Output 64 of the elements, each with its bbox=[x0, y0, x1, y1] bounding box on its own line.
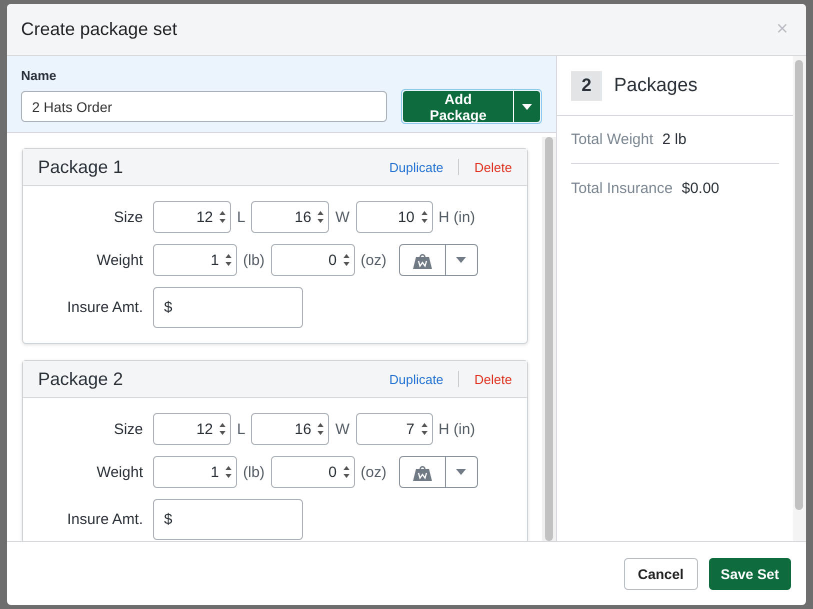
spinner-arrows-icon[interactable] bbox=[342, 464, 350, 480]
spinner-arrows-icon[interactable] bbox=[225, 464, 232, 480]
name-field[interactable]: 2 Hats Order bbox=[21, 91, 388, 122]
spinner-arrows-icon[interactable] bbox=[317, 421, 324, 437]
unit-label: W bbox=[334, 420, 351, 438]
number-field[interactable]: 0 bbox=[270, 244, 355, 276]
unit-label: (lb) bbox=[242, 464, 266, 480]
delete-link[interactable]: Delete bbox=[474, 160, 512, 174]
add-package-dropdown-button[interactable] bbox=[513, 91, 540, 122]
caret-icon bbox=[456, 257, 466, 263]
duplicate-link[interactable]: Duplicate bbox=[389, 372, 444, 386]
unit-label: H (in) bbox=[438, 420, 476, 438]
package-title: Package 2 bbox=[38, 368, 124, 390]
number-field[interactable]: 16 bbox=[251, 413, 330, 445]
number-field[interactable]: 12 bbox=[153, 413, 231, 445]
duplicate-link[interactable]: Duplicate bbox=[389, 160, 444, 174]
summary-label: Total Insurance bbox=[571, 180, 673, 196]
unit-label: (lb) bbox=[242, 252, 266, 268]
number-field[interactable]: 1 bbox=[153, 456, 237, 488]
field-label: Weight bbox=[96, 252, 144, 268]
add-package-button[interactable]: Add Package bbox=[403, 91, 514, 122]
number-field[interactable]: 0 bbox=[270, 456, 355, 488]
save-button[interactable]: Save Set bbox=[708, 558, 791, 590]
summary-label: Total Weight bbox=[571, 131, 654, 148]
field-label: Insure Amt. bbox=[66, 511, 144, 528]
spinner-arrows-icon[interactable] bbox=[317, 209, 324, 225]
unit-label: H (in) bbox=[438, 208, 476, 226]
spinner-arrows-icon[interactable] bbox=[420, 421, 428, 437]
spinner-arrows-icon[interactable] bbox=[225, 252, 232, 268]
spinner-arrows-icon[interactable] bbox=[219, 421, 226, 437]
spinner-arrows-icon[interactable] bbox=[342, 252, 350, 268]
spinner-arrows-icon[interactable] bbox=[219, 209, 226, 225]
name-label: Name bbox=[21, 68, 58, 83]
cancel-button[interactable]: Cancel bbox=[624, 558, 698, 590]
weight-icon bbox=[412, 251, 432, 269]
package-title: Package 1 bbox=[38, 156, 124, 178]
caret-icon bbox=[522, 104, 532, 110]
field-label: Size bbox=[112, 420, 144, 438]
number-field[interactable]: 7 bbox=[356, 413, 433, 445]
unit-label: (oz) bbox=[360, 464, 388, 480]
unit-label: L bbox=[236, 420, 246, 438]
field-label: Weight bbox=[96, 464, 144, 480]
insure-amount-field[interactable]: $ bbox=[153, 499, 303, 540]
number-field[interactable]: 1 bbox=[153, 244, 237, 276]
summary-title: Packages bbox=[614, 74, 698, 96]
spinner-arrows-icon[interactable] bbox=[420, 209, 428, 225]
weight-icon bbox=[412, 463, 432, 481]
scrollbar[interactable] bbox=[542, 137, 556, 541]
unit-label: L bbox=[236, 208, 246, 226]
dialog-title: Create package set bbox=[21, 19, 178, 40]
unit-label: W bbox=[334, 208, 351, 226]
insure-amount-field[interactable]: $ bbox=[153, 287, 303, 328]
field-label: Size bbox=[112, 208, 144, 226]
field-label: Insure Amt. bbox=[66, 299, 144, 316]
package-count: 2 bbox=[571, 70, 602, 100]
unit-label: (oz) bbox=[360, 252, 388, 268]
number-field[interactable]: 16 bbox=[251, 201, 330, 233]
scrollbar[interactable] bbox=[793, 56, 806, 541]
caret-icon bbox=[456, 469, 466, 475]
number-field[interactable]: 10 bbox=[356, 201, 433, 233]
number-field[interactable]: 12 bbox=[153, 201, 231, 233]
summary-value: 2 lb bbox=[662, 131, 686, 148]
delete-link[interactable]: Delete bbox=[474, 372, 512, 386]
summary-value: $0.00 bbox=[682, 180, 720, 196]
